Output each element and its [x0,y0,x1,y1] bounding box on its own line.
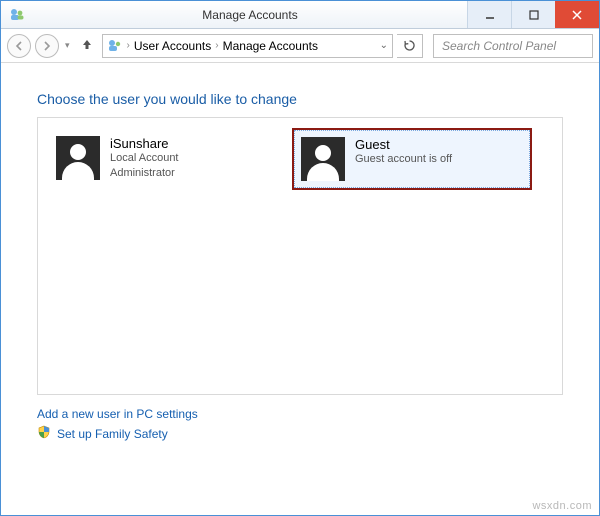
family-safety-link[interactable]: Set up Family Safety [57,427,168,441]
shield-icon [37,425,51,442]
close-button[interactable] [555,1,599,28]
account-tile-selected[interactable]: Guest Guest account is off [294,130,530,188]
search-input[interactable] [440,38,586,54]
forward-button[interactable] [35,34,59,58]
account-subline: Local Account [110,151,179,166]
history-dropdown-icon[interactable]: ▾ [63,40,72,51]
breadcrumb-seg-1[interactable]: User Accounts [134,39,211,53]
chevron-right-icon: › [215,40,218,51]
window-buttons [467,1,599,28]
account-name: Guest [355,137,452,152]
search-box[interactable] [433,34,593,58]
app-icon [7,5,27,25]
address-dropdown-icon[interactable]: ⌄ [380,40,388,51]
minimize-button[interactable] [467,1,511,28]
add-user-link[interactable]: Add a new user in PC settings [37,407,198,421]
chevron-right-icon: › [127,40,130,51]
content-area: Choose the user you would like to change… [1,63,599,456]
up-button[interactable] [76,37,98,54]
account-text: Guest Guest account is off [355,137,452,181]
address-bar[interactable]: › User Accounts › Manage Accounts ⌄ [102,34,393,58]
refresh-button[interactable] [397,34,423,58]
window-title: Manage Accounts [33,8,467,22]
account-subline: Administrator [110,166,179,181]
titlebar: Manage Accounts [1,1,599,29]
account-name: iSunshare [110,136,179,151]
back-button[interactable] [7,34,31,58]
navbar: ▾ › User Accounts › Manage Accounts ⌄ [1,29,599,63]
avatar-icon [56,136,100,180]
avatar-icon [301,137,345,181]
breadcrumb-seg-2[interactable]: Manage Accounts [223,39,318,53]
maximize-button[interactable] [511,1,555,28]
accounts-panel: iSunshare Local Account Administrator Gu… [37,117,563,395]
control-panel-icon [107,38,123,54]
page-heading: Choose the user you would like to change [37,91,563,107]
account-subline: Guest account is off [355,152,452,167]
account-text: iSunshare Local Account Administrator [110,136,179,181]
account-tile[interactable]: iSunshare Local Account Administrator [50,130,286,187]
bottom-links: Add a new user in PC settings Set up Fam… [37,407,563,442]
watermark: wsxdn.com [532,500,592,512]
